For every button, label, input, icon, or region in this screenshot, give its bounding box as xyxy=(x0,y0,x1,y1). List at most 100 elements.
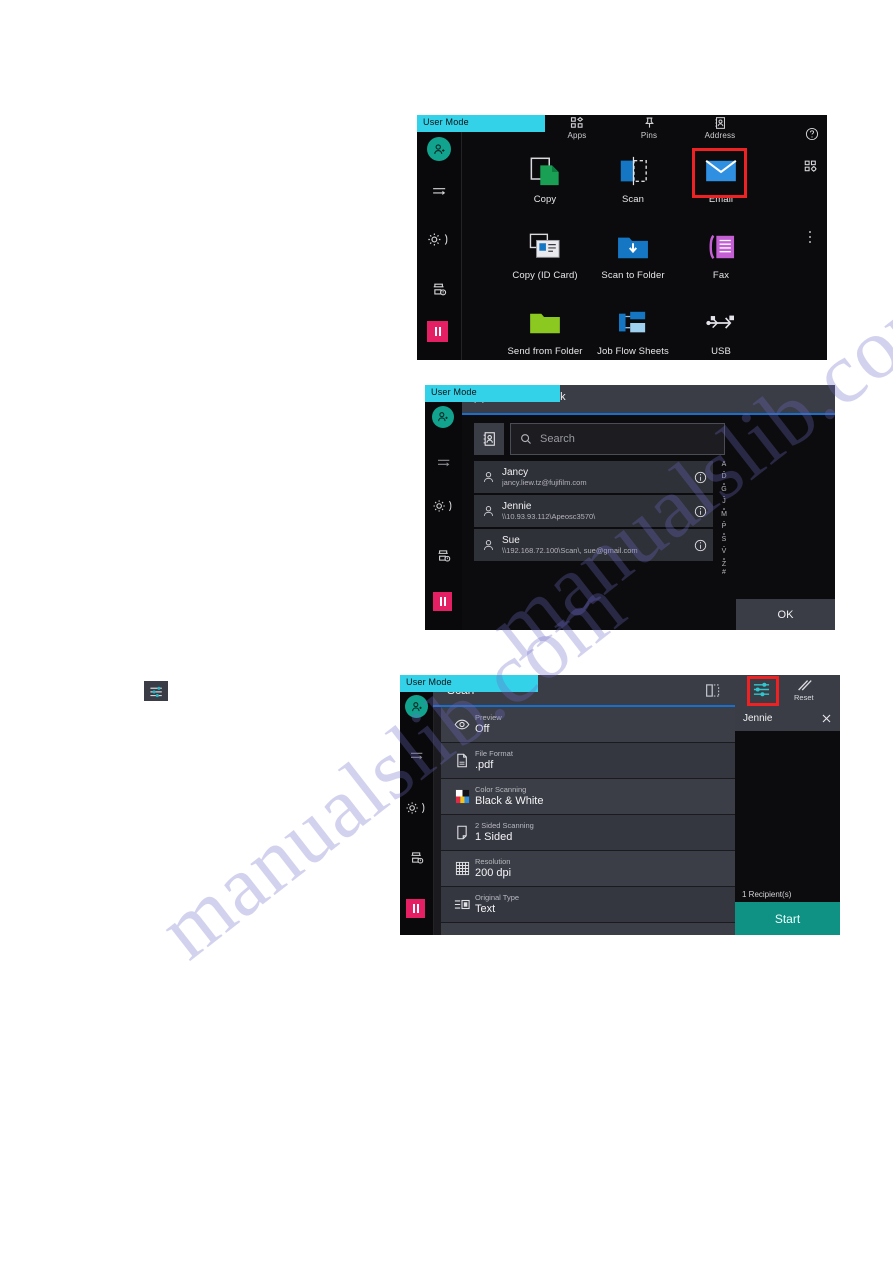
app-tile-fax[interactable]: Fax xyxy=(677,225,765,281)
setting-row-2-sided-scanning[interactable]: 2 Sided Scanning 1 Sided xyxy=(441,815,735,850)
index-letter[interactable]: M xyxy=(721,511,727,520)
help-circle-icon[interactable] xyxy=(805,127,819,141)
apps-content: Apps Pins Address Copy Scan Email Copy (… xyxy=(461,115,827,360)
recipient-name: Jennie xyxy=(743,712,773,724)
app-tile-label: Fax xyxy=(712,270,730,281)
app-tile-copy[interactable]: Copy xyxy=(501,149,589,205)
contact-detail: \\10.93.93.112\Apeosc3570\ xyxy=(502,511,596,521)
contact-detail: \\192.168.72.100\Scan\, sue@gmail.com xyxy=(502,545,638,555)
user-avatar-icon[interactable] xyxy=(405,695,428,718)
scan-settings-list: Preview Off File Format .pdf Color Scann… xyxy=(441,707,735,935)
setting-key: File Format xyxy=(475,749,513,758)
pause-icon[interactable] xyxy=(406,899,425,918)
pause-icon[interactable] xyxy=(433,592,452,611)
index-letter[interactable]: S xyxy=(722,536,727,545)
gear-icon[interactable] xyxy=(424,227,454,251)
job-feed-icon[interactable] xyxy=(406,745,427,766)
app-tile-email[interactable]: Email xyxy=(677,149,765,205)
app-tile-usb[interactable]: USB xyxy=(677,301,765,357)
recipient-chip[interactable]: Jennie xyxy=(735,705,840,731)
app-row: Copy (ID Card) Scan to Folder Fax xyxy=(501,225,793,281)
scan-panel: User Mode Reset Preview Off File Format … xyxy=(400,675,840,935)
app-tile-send-from-folder[interactable]: Send from Folder xyxy=(501,301,589,357)
index-letter[interactable]: G xyxy=(721,486,726,495)
setting-key: Preview xyxy=(475,713,502,722)
app-row: Copy Scan Email xyxy=(501,149,793,205)
index-letter[interactable]: V xyxy=(722,548,727,557)
ok-button-label: OK xyxy=(777,608,794,621)
list-item[interactable]: Jancy jancy.liew.tz@fujifilm.com xyxy=(474,461,713,493)
setting-row-color-scanning[interactable]: Color Scanning Black & White xyxy=(441,779,735,814)
user-avatar-icon[interactable] xyxy=(432,406,454,428)
info-icon[interactable] xyxy=(687,539,713,552)
gear-icon[interactable] xyxy=(402,797,431,819)
index-letter[interactable]: J xyxy=(722,498,726,507)
address-book-panel: User Mode Search Jancy jancy.liew.tz@fuj… xyxy=(425,385,835,630)
folder-icon xyxy=(501,301,589,345)
app-tile-label: Job Flow Sheets xyxy=(597,346,669,357)
setting-row-resolution[interactable]: Resolution 200 dpi xyxy=(441,851,735,886)
setting-text: Color Scanning Black & White xyxy=(475,785,543,808)
pause-icon[interactable] xyxy=(427,321,448,342)
topnav-apps[interactable]: Apps xyxy=(546,115,608,140)
index-letter[interactable]: # xyxy=(722,569,726,578)
info-icon[interactable] xyxy=(687,471,713,484)
index-letter[interactable]: P xyxy=(722,523,727,532)
printer-status-icon[interactable] xyxy=(433,545,454,566)
start-button[interactable]: Start xyxy=(735,902,840,935)
scan-to-folder-icon xyxy=(589,225,677,269)
ok-button[interactable]: OK xyxy=(736,599,835,630)
address-book-icon[interactable] xyxy=(474,423,504,455)
original-size-icon[interactable] xyxy=(705,683,721,698)
list-item[interactable]: Jennie \\10.93.93.112\Apeosc3570\ xyxy=(474,495,713,527)
copy-icon xyxy=(501,149,589,193)
list-item[interactable]: Sue \\192.168.72.100\Scan\, sue@gmail.co… xyxy=(474,529,713,561)
reset-label: Reset xyxy=(794,693,814,702)
index-letter[interactable]: A xyxy=(722,461,727,470)
start-button-label: Start xyxy=(774,911,801,926)
alphabet-index[interactable]: A D G J M P S V Z # xyxy=(717,461,731,578)
setting-row-original-type[interactable]: Original Type Text xyxy=(441,887,735,922)
gear-icon[interactable] xyxy=(429,495,458,517)
address-book-icon xyxy=(689,115,751,130)
sliders-icon[interactable] xyxy=(752,681,771,698)
setting-row-preview[interactable]: Preview Off xyxy=(441,707,735,742)
setting-value: .pdf xyxy=(475,759,494,771)
app-tile-job-flow-sheets[interactable]: Job Flow Sheets xyxy=(589,301,677,357)
setting-key: Resolution xyxy=(475,857,511,866)
app-tile-copy-id-card[interactable]: Copy (ID Card) xyxy=(501,225,589,281)
left-rail xyxy=(425,385,463,630)
printer-status-icon[interactable] xyxy=(406,847,427,868)
apps-config-icon[interactable] xyxy=(804,160,818,173)
printer-status-icon[interactable] xyxy=(427,277,451,301)
app-tile-scan[interactable]: Scan xyxy=(589,149,677,205)
setting-text: File Format .pdf xyxy=(475,749,513,772)
search-input[interactable]: Search xyxy=(510,423,725,455)
setting-row-partial[interactable] xyxy=(441,923,735,935)
setting-row-file-format[interactable]: File Format .pdf xyxy=(441,743,735,778)
topnav-address[interactable]: Address xyxy=(689,115,751,140)
app-tile-scan-to-folder[interactable]: Scan to Folder xyxy=(589,225,677,281)
sliders-icon xyxy=(144,681,168,701)
contact-name: Jennie xyxy=(502,500,532,512)
apps-grid-icon xyxy=(546,115,608,130)
contact-name: Sue xyxy=(502,534,520,546)
reset-button[interactable]: Reset xyxy=(794,678,814,702)
info-icon[interactable] xyxy=(687,505,713,518)
close-icon[interactable] xyxy=(821,713,832,724)
index-letter[interactable]: Z xyxy=(722,561,726,570)
user-mode-label: User Mode xyxy=(406,677,452,687)
setting-value: Black & White xyxy=(475,795,544,807)
left-rail xyxy=(400,675,434,935)
job-feed-icon[interactable] xyxy=(427,179,451,203)
topnav-apps-label: Apps xyxy=(567,131,587,140)
reset-icon xyxy=(795,678,813,693)
topnav-pins[interactable]: Pins xyxy=(618,115,680,140)
user-avatar-icon[interactable] xyxy=(427,137,451,161)
setting-text: Resolution 200 dpi xyxy=(475,857,511,880)
setting-value: Text xyxy=(475,903,496,915)
index-letter[interactable]: D xyxy=(721,473,726,482)
id-card-icon xyxy=(501,225,589,269)
job-feed-icon[interactable] xyxy=(433,452,454,473)
more-vertical-icon[interactable] xyxy=(809,231,811,243)
